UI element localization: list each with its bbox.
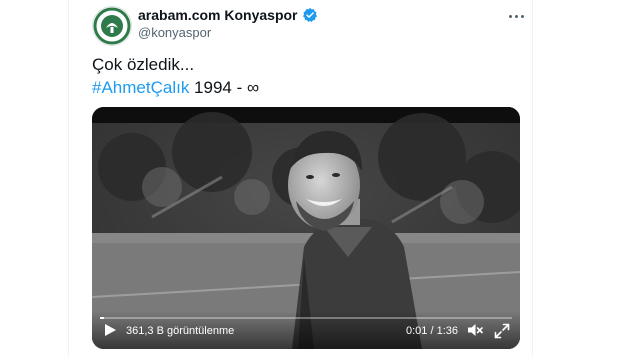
more-icon[interactable] [506, 6, 526, 26]
play-icon[interactable] [103, 323, 117, 337]
tweet-line-2: #AhmetÇalık 1994 - ∞ [92, 76, 259, 99]
verified-badge-icon [302, 8, 317, 23]
tweet-line-2-rest: 1994 - ∞ [189, 78, 260, 97]
tweet-page: arabam.com Konyaspor @konyaspor Çok özle… [0, 0, 632, 356]
author-display-name[interactable]: arabam.com Konyaspor [138, 7, 298, 23]
video-time: 0:01 / 1:36 [406, 325, 458, 337]
author-handle[interactable]: @konyaspor [138, 25, 211, 40]
volume-icon[interactable] [466, 321, 484, 339]
avatar[interactable] [92, 6, 132, 46]
column-divider-right [532, 0, 533, 356]
author-name[interactable]: arabam.com Konyaspor [138, 7, 318, 23]
progress-fill [100, 317, 105, 319]
hashtag-link[interactable]: #AhmetÇalık [92, 78, 189, 97]
konyaspor-logo [93, 7, 131, 45]
tweet-line-1: Çok özledik... [92, 55, 195, 74]
view-count: 361,3 B görüntülenme [126, 325, 235, 337]
column-divider-left [68, 0, 69, 356]
video-player[interactable]: 361,3 B görüntülenme 0:01 / 1:36 [92, 107, 520, 349]
tweet-text: Çok özledik... #AhmetÇalık 1994 - ∞ [92, 53, 259, 99]
fullscreen-icon[interactable] [494, 323, 510, 339]
progress-track[interactable] [100, 317, 512, 319]
video-controls: 361,3 B görüntülenme 0:01 / 1:36 [92, 311, 520, 349]
